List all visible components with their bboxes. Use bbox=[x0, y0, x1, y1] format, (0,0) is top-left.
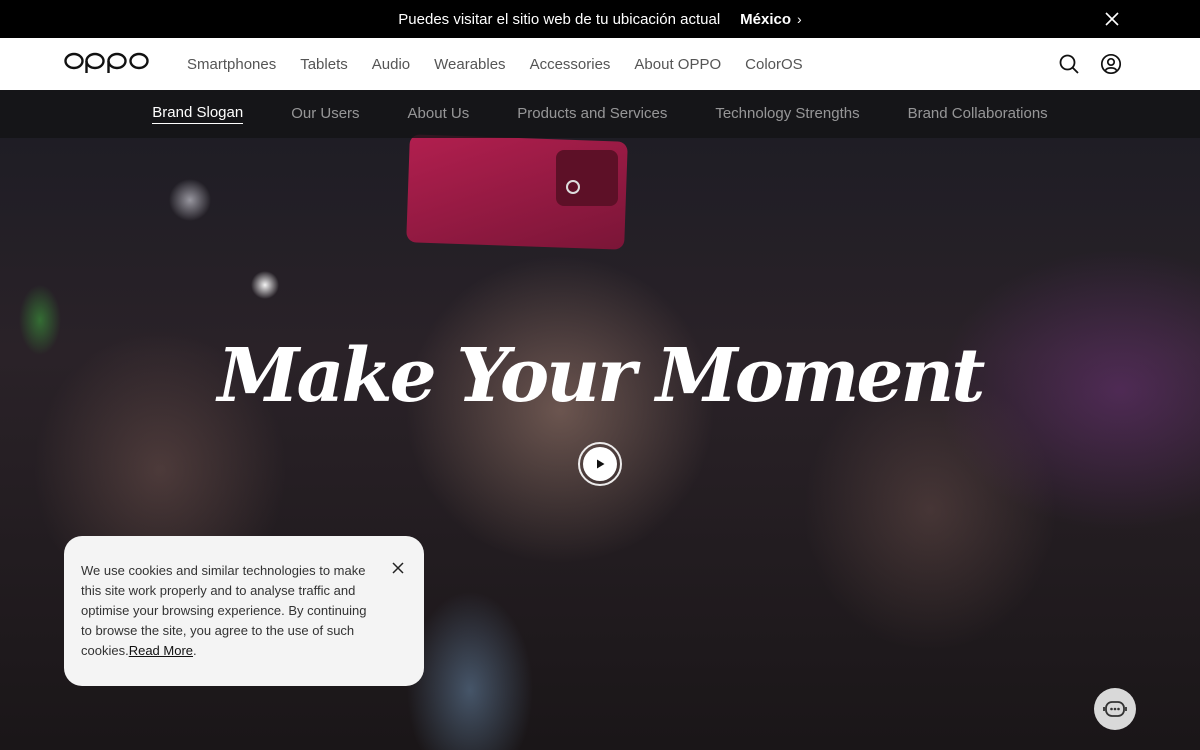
sub-nav-brand-collaborations[interactable]: Brand Collaborations bbox=[908, 105, 1048, 124]
nav-item-audio[interactable]: Audio bbox=[372, 56, 410, 73]
sub-nav-about-us[interactable]: About Us bbox=[408, 105, 470, 124]
nav-item-coloros[interactable]: ColorOS bbox=[745, 56, 803, 73]
sub-nav-our-users[interactable]: Our Users bbox=[291, 105, 359, 124]
nav-item-smartphones[interactable]: Smartphones bbox=[187, 56, 276, 73]
hero-phone-lens bbox=[566, 180, 580, 194]
hero-phone-camera bbox=[556, 150, 618, 206]
account-icon[interactable] bbox=[1100, 53, 1122, 75]
chevron-right-icon: › bbox=[797, 11, 802, 27]
main-navigation: Smartphones Tablets Audio Wearables Acce… bbox=[0, 38, 1200, 90]
sub-nav-products-and-services[interactable]: Products and Services bbox=[517, 105, 667, 124]
close-icon[interactable] bbox=[1104, 11, 1120, 27]
nav-item-accessories[interactable]: Accessories bbox=[530, 56, 611, 73]
section-sub-navigation: Brand Slogan Our Users About Us Products… bbox=[0, 90, 1200, 138]
chat-bot-button[interactable] bbox=[1094, 688, 1136, 730]
close-icon[interactable] bbox=[392, 562, 404, 574]
nav-menu: Smartphones Tablets Audio Wearables Acce… bbox=[187, 38, 803, 90]
cookie-notice-text: We use cookies and similar technologies … bbox=[81, 563, 367, 658]
oppo-logo[interactable] bbox=[64, 52, 150, 74]
play-icon bbox=[583, 447, 617, 481]
search-icon[interactable] bbox=[1058, 53, 1080, 75]
sub-nav-brand-slogan[interactable]: Brand Slogan bbox=[152, 104, 244, 124]
nav-item-about-oppo[interactable]: About OPPO bbox=[634, 56, 721, 73]
location-banner: Puedes visitar el sitio web de tu ubicac… bbox=[0, 0, 1200, 38]
nav-icons bbox=[1058, 53, 1122, 75]
read-more-link[interactable]: Read More bbox=[129, 643, 193, 658]
play-video-button[interactable] bbox=[578, 442, 622, 486]
hero-title: Make Your Moment bbox=[217, 333, 986, 419]
chat-bot-icon bbox=[1103, 701, 1127, 717]
sub-nav-technology-strengths[interactable]: Technology Strengths bbox=[715, 105, 859, 124]
location-link[interactable]: México › bbox=[740, 11, 802, 28]
nav-item-wearables[interactable]: Wearables bbox=[434, 56, 505, 73]
location-banner-message: Puedes visitar el sitio web de tu ubicac… bbox=[398, 10, 721, 28]
location-link-label: México bbox=[740, 10, 792, 28]
nav-item-tablets[interactable]: Tablets bbox=[300, 56, 348, 73]
cookie-notice: We use cookies and similar technologies … bbox=[64, 536, 424, 686]
cookie-notice-suffix: . bbox=[193, 643, 197, 658]
